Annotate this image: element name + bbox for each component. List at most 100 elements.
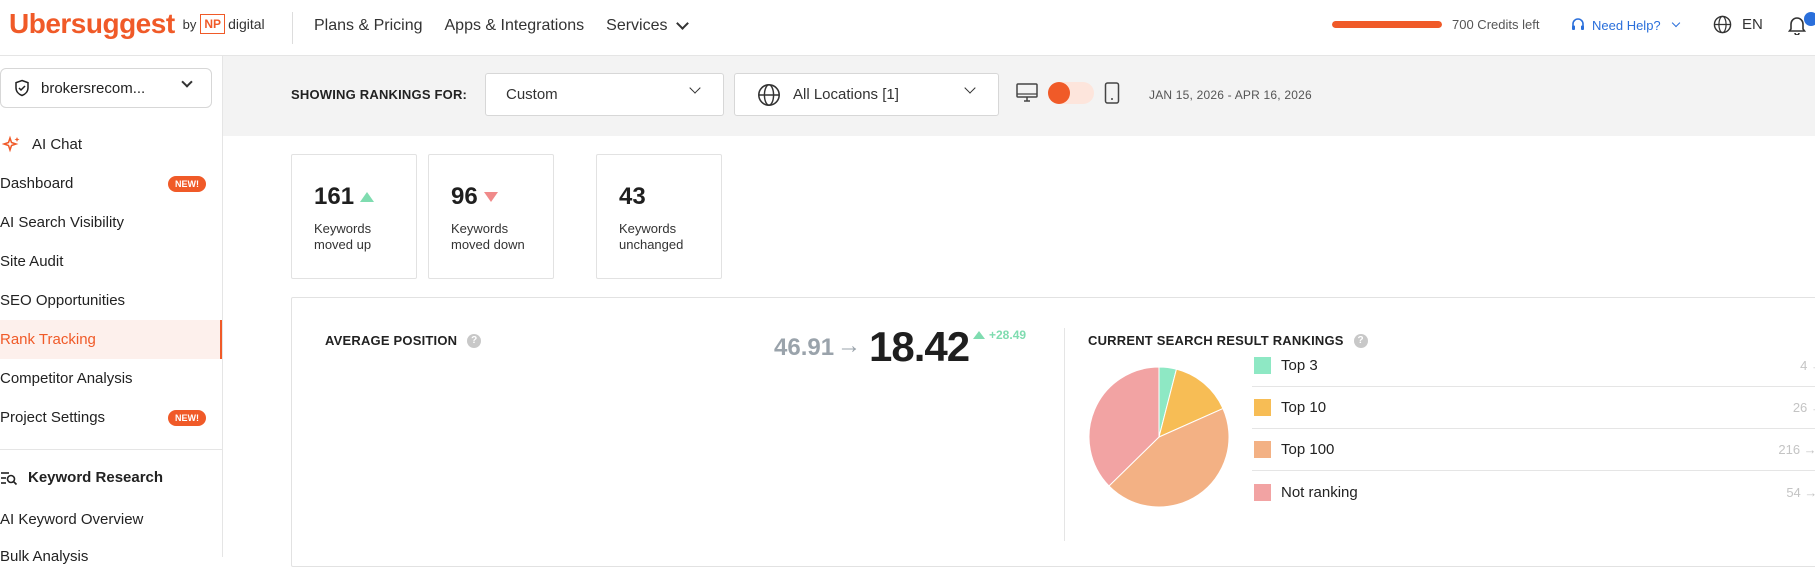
- sidebar-item-label: AI Search Visibility: [0, 214, 124, 231]
- credits-progress-fill: [1332, 21, 1442, 28]
- sidebar-divider: [0, 449, 222, 450]
- toggle-knob: [1048, 82, 1070, 104]
- rankings-filter-bar: SHOWING RANKINGS FOR: Custom All Locatio…: [223, 56, 1815, 136]
- average-position-title: AVERAGE POSITION ?: [325, 333, 482, 348]
- device-toggle-group: [1016, 82, 1120, 104]
- mobile-icon[interactable]: [1104, 82, 1120, 104]
- new-badge: NEW!: [168, 409, 206, 426]
- ubersuggest-logo[interactable]: Ubersuggest by NP digital: [9, 8, 265, 40]
- globe-icon: [1713, 15, 1732, 34]
- legend-values: 4 → 12: [1800, 358, 1815, 373]
- stat-value-wrap: 43: [619, 183, 646, 211]
- sidebar-item-ai-chat[interactable]: AI Chat: [0, 125, 222, 164]
- chevron-down-icon: [964, 82, 976, 94]
- showing-rankings-label: SHOWING RANKINGS FOR:: [291, 87, 468, 102]
- average-position-label: AVERAGE POSITION: [325, 333, 458, 348]
- sidebar-item-ai-keyword-overview[interactable]: AI Keyword Overview: [0, 500, 222, 539]
- stat-value-wrap: 96: [451, 183, 498, 211]
- help-icon[interactable]: ?: [467, 333, 482, 348]
- sidebar: brokersrecom... AI Chat Dashboard NEW! A…: [0, 56, 223, 565]
- date-range: JAN 15, 2026 - APR 16, 2026: [1149, 88, 1312, 102]
- legend-from: 54: [1786, 484, 1801, 500]
- shield-check-icon: [15, 79, 29, 97]
- sidebar-item-label: AI Keyword Overview: [0, 511, 144, 528]
- device-toggle[interactable]: [1048, 82, 1094, 104]
- stat-value: 43: [619, 183, 646, 210]
- logo-digital: digital: [228, 16, 265, 32]
- stat-label: Keywords moved down: [451, 221, 525, 252]
- keyword-search-icon: [1, 471, 18, 485]
- sidebar-item-label: AI Chat: [32, 136, 83, 153]
- legend-label: Top 10: [1281, 399, 1327, 416]
- average-position-previous: 46.91: [774, 334, 835, 361]
- sidebar-item-label: Site Audit: [0, 253, 64, 270]
- main-nav: Plans & Pricing Apps & Integrations Serv…: [314, 17, 689, 35]
- desktop-icon[interactable]: [1016, 83, 1038, 103]
- logo-text: Ubersuggest: [9, 8, 175, 39]
- sidebar-item-label: Competitor Analysis: [0, 370, 133, 387]
- stat-value-wrap: 161: [314, 183, 375, 211]
- language-selector[interactable]: EN: [1713, 15, 1763, 34]
- stat-card-unchanged: 43 Keywords unchanged: [596, 154, 722, 279]
- sidebar-item-site-audit[interactable]: Site Audit: [0, 242, 222, 281]
- np-logo-mark: NP: [200, 14, 226, 34]
- credits-progress-bar: [1332, 21, 1442, 28]
- sidebar-item-rank-tracking[interactable]: Rank Tracking: [0, 320, 222, 359]
- sidebar-item-seo-opportunities[interactable]: SEO Opportunities: [0, 281, 222, 320]
- legend-row-top-10: Top 10 26 → 43: [1252, 387, 1815, 429]
- arrow-down-icon: [483, 192, 498, 202]
- legend-values: 216 → 133: [1778, 442, 1815, 457]
- location-dropdown[interactable]: All Locations [1]: [734, 73, 999, 116]
- legend-label: Top 3: [1281, 357, 1318, 374]
- legend-swatch: [1254, 441, 1271, 458]
- sidebar-item-label: Project Settings: [0, 409, 106, 426]
- need-help-button[interactable]: Need Help?: [1570, 17, 1680, 33]
- globe-icon: [758, 83, 780, 106]
- legend-row-top-100: Top 100 216 → 133: [1252, 429, 1815, 471]
- credits-label: 700 Credits left: [1452, 17, 1540, 32]
- sidebar-item-label: SEO Opportunities: [0, 292, 126, 309]
- sparkle-icon: [2, 135, 20, 152]
- sidebar-item-project-settings[interactable]: Project Settings NEW!: [0, 398, 222, 437]
- nav-label: Plans & Pricing: [314, 17, 423, 34]
- header-divider: [292, 12, 293, 44]
- period-dropdown[interactable]: Custom: [485, 73, 724, 116]
- notification-badge: [1804, 12, 1815, 26]
- average-position-delta: +28.49: [973, 328, 1026, 342]
- legend-label: Top 100: [1281, 441, 1335, 458]
- legend-from: 26: [1792, 400, 1808, 415]
- arrow-up-icon: [360, 192, 375, 202]
- credits-indicator[interactable]: 700 Credits left: [1332, 17, 1539, 32]
- average-position-current: 18.42: [869, 323, 970, 370]
- project-name: brokersrecom...: [41, 79, 146, 97]
- chevron-down-icon: [181, 76, 193, 88]
- nav-label: Services: [606, 17, 668, 34]
- headset-icon: [1572, 18, 1584, 30]
- nav-apps-integrations[interactable]: Apps & Integrations: [445, 17, 585, 35]
- sidebar-item-ai-search-visibility[interactable]: AI Search Visibility: [0, 203, 222, 242]
- sidebar-section-keyword-research[interactable]: Keyword Research: [0, 469, 163, 486]
- chevron-down-icon: [675, 17, 689, 30]
- rankings-overview-panel: AVERAGE POSITION ? 46.91 → 18.42 +28.49 …: [291, 297, 1815, 567]
- section-label: Keyword Research: [28, 469, 164, 486]
- arrow-up-icon: [973, 331, 985, 339]
- stat-card-moved-up: 161 Keywords moved up: [291, 154, 417, 279]
- location-value: All Locations [1]: [793, 86, 899, 103]
- new-badge: NEW!: [168, 175, 206, 192]
- nav-label: Apps & Integrations: [444, 17, 585, 34]
- stat-label: Keywords unchanged: [619, 221, 684, 252]
- nav-plans-pricing[interactable]: Plans & Pricing: [314, 17, 423, 35]
- legend-from: 216: [1778, 442, 1801, 457]
- stat-card-moved-down: 96 Keywords moved down: [428, 154, 554, 279]
- period-value: Custom: [506, 86, 558, 103]
- project-selector[interactable]: brokersrecom...: [0, 68, 212, 108]
- stat-label: Keywords moved up: [314, 221, 372, 252]
- rankings-pie-chart: [1088, 366, 1230, 508]
- delta-value: +28.49: [989, 328, 1027, 342]
- nav-services[interactable]: Services: [606, 17, 689, 35]
- sidebar-item-competitor-analysis[interactable]: Competitor Analysis: [0, 359, 222, 398]
- sidebar-item-dashboard[interactable]: Dashboard NEW!: [0, 164, 222, 203]
- language-label: EN: [1742, 16, 1763, 33]
- sidebar-item-label: Rank Tracking: [0, 331, 96, 348]
- legend-swatch: [1254, 399, 1271, 416]
